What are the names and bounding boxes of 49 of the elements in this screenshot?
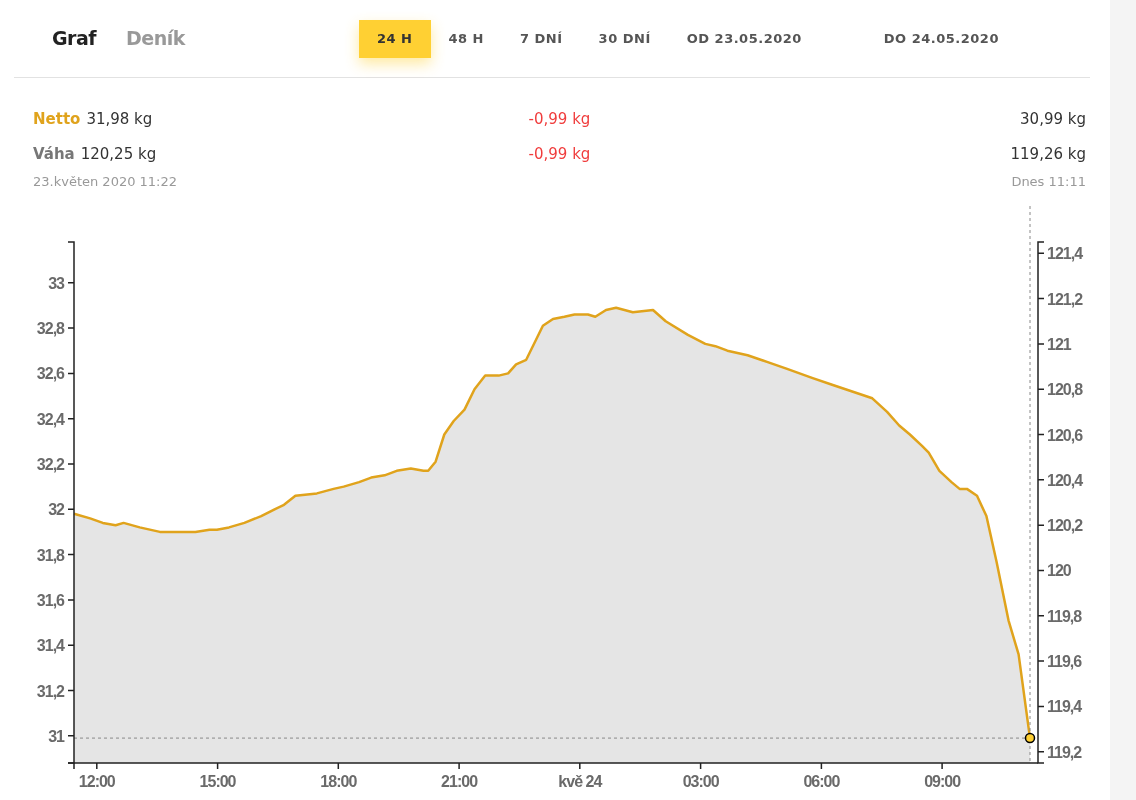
axis-label: 120,2 [1047, 517, 1083, 535]
axis-label: 18:00 [320, 773, 357, 790]
end-value: 30,99 kg [1019, 109, 1086, 131]
end-time: Dnes 11:11 [1011, 173, 1086, 191]
change-value: -0,99 kg [527, 144, 592, 166]
axis-label: 31,2 [36, 682, 64, 700]
axis-label: 31,4 [36, 637, 64, 655]
axis-label: 06:00 [803, 773, 840, 790]
date-picker[interactable]: DO 24.05.2020 [865, 19, 1017, 58]
axis-label: 120 [1047, 562, 1071, 580]
axis-label: 32,6 [36, 365, 64, 383]
axis-label: 120,8 [1047, 381, 1083, 399]
start-value: 120,25 kg [80, 145, 157, 164]
period-button[interactable]: 7 DNÍ [502, 19, 581, 58]
axis-label: 33 [48, 274, 64, 292]
series-label: Netto [33, 110, 81, 129]
axis-label: 119,6 [1047, 653, 1082, 671]
axis-label: 121,2 [1047, 290, 1083, 308]
axis-label: 121 [1047, 335, 1071, 353]
axis-label: 31,8 [36, 546, 64, 564]
axis-label: 03:00 [682, 773, 719, 790]
axis-label: 32,4 [36, 410, 64, 428]
series-label: Váha [33, 145, 75, 164]
axis-label: 09:00 [924, 773, 961, 790]
view-tab[interactable]: Graf [52, 24, 97, 53]
start-time: 23.květen 2020 11:22 [33, 173, 178, 191]
axis-label: 120,4 [1047, 471, 1083, 489]
end-value: 119,26 kg [1009, 144, 1086, 166]
axis-label: 12:00 [78, 773, 115, 790]
axis-label: 32,2 [36, 456, 64, 473]
start-value: 31,98 kg [86, 110, 153, 129]
axis-label: kvě 24 [558, 773, 602, 790]
axis-label: 119,4 [1047, 698, 1082, 716]
axis-label: 121,4 [1047, 245, 1083, 263]
axis-label: 21:00 [441, 773, 478, 790]
axis-label: 120,6 [1047, 426, 1083, 444]
period-button[interactable]: 48 H [430, 19, 502, 58]
period-button[interactable]: 24 H [359, 19, 431, 58]
axis-label: 32 [48, 501, 64, 519]
axis-label: 32,8 [36, 320, 64, 338]
axis-label: 31 [48, 727, 64, 745]
axis-label: 15:00 [199, 773, 236, 790]
axis-label: 119,8 [1047, 607, 1082, 625]
change-value: -0,99 kg [527, 109, 592, 131]
point-marker [1024, 732, 1036, 744]
axis-label: 31,6 [36, 591, 64, 609]
date-picker[interactable]: OD 23.05.2020 [668, 19, 820, 58]
period-button[interactable]: 30 DNÍ [580, 19, 669, 58]
axis-label: 119,2 [1047, 743, 1082, 761]
